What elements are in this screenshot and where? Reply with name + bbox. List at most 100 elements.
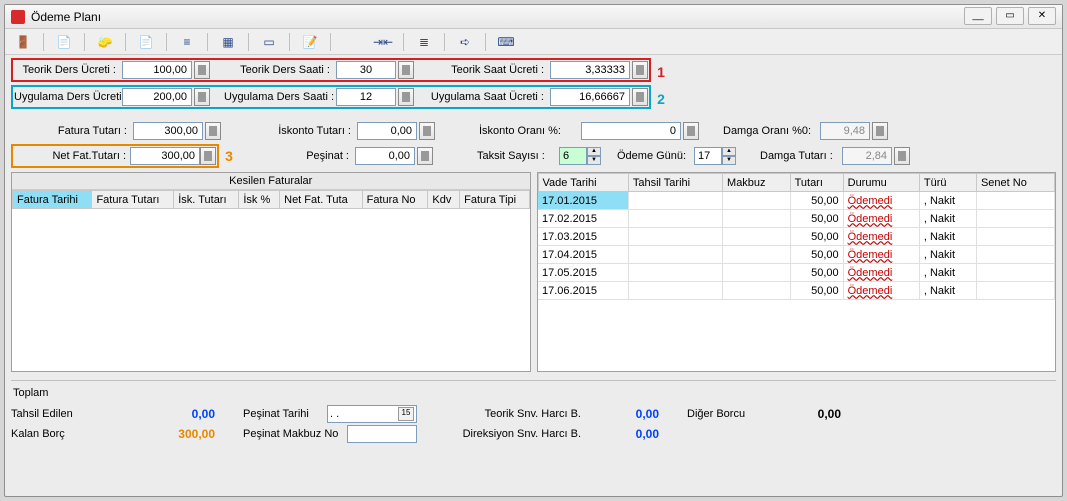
- net-fat-input[interactable]: [130, 147, 200, 165]
- uygulama-saati-label: Uygulama Ders Saati :: [224, 91, 334, 103]
- toolbar-btn-6[interactable]: ▦: [214, 32, 242, 52]
- col-header[interactable]: İsk %: [239, 191, 280, 209]
- taksit-sayisi-spinner[interactable]: ▲▼: [559, 147, 601, 165]
- col-header[interactable]: Tahsil Tarihi: [628, 174, 722, 192]
- spin-up-button[interactable]: ▲: [587, 147, 601, 156]
- col-header[interactable]: İsk. Tutarı: [174, 191, 239, 209]
- page-warn-icon: 📄: [139, 35, 154, 49]
- table-row[interactable]: 17.01.201550,00Ödemedi, Nakit: [538, 192, 1055, 210]
- diger-label: Diğer Borcu: [687, 408, 757, 420]
- odeme-gunu-input[interactable]: [694, 147, 722, 165]
- toolbar-sep: [403, 33, 404, 51]
- payment-plan-window: Ödeme Planı __ ▭ ✕ 🚪 📄 🧽 📄 ≡ ▦ ▭ 📝 ⇥⇤ ≣ …: [4, 4, 1063, 497]
- calc-button[interactable]: [194, 88, 210, 106]
- app-icon: [11, 10, 25, 24]
- calc-button[interactable]: [683, 122, 699, 140]
- toolbar-btn-8[interactable]: 📝: [296, 32, 324, 52]
- table-row[interactable]: 17.05.201550,00Ödemedi, Nakit: [538, 264, 1055, 282]
- toolbar-sep: [289, 33, 290, 51]
- toolbar-sep: [166, 33, 167, 51]
- toolbar-btn-9[interactable]: ⇥⇤: [369, 32, 397, 52]
- col-header[interactable]: Kdv: [428, 191, 460, 209]
- pesinat-tarihi-input[interactable]: . . 15: [327, 405, 417, 423]
- pesinat-input[interactable]: [355, 147, 415, 165]
- col-header[interactable]: Makbuz: [723, 174, 791, 192]
- toolbar-sep: [485, 33, 486, 51]
- uygulama-saat-ucret-label: Uygulama Saat Ücreti :: [428, 91, 548, 103]
- iskonto-orani-input[interactable]: [581, 122, 681, 140]
- toolbar-btn-7[interactable]: ▭: [255, 32, 283, 52]
- toolbar-sep: [84, 33, 85, 51]
- col-header[interactable]: Fatura Tutarı: [92, 191, 174, 209]
- calc-button[interactable]: [872, 122, 888, 140]
- toolbar-btn-11[interactable]: ➪: [451, 32, 479, 52]
- calc-button[interactable]: [419, 122, 435, 140]
- calc-button[interactable]: [398, 61, 414, 79]
- toolbar-btn-2[interactable]: 📄: [50, 32, 78, 52]
- table-row[interactable]: 17.02.201550,00Ödemedi, Nakit: [538, 210, 1055, 228]
- titlebar: Ödeme Planı __ ▭ ✕: [5, 5, 1062, 29]
- odeme-gunu-spinner[interactable]: ▲▼: [694, 147, 736, 165]
- calc-button[interactable]: [632, 88, 648, 106]
- toolbar-btn-3[interactable]: 🧽: [91, 32, 119, 52]
- toolbar-btn-10[interactable]: ≣: [410, 32, 438, 52]
- col-header[interactable]: Durumu: [843, 174, 919, 192]
- teorik-saati-input[interactable]: [336, 61, 396, 79]
- window-close-button[interactable]: ✕: [1028, 7, 1056, 25]
- list-icon: ≣: [419, 35, 429, 49]
- diger-value: 0,00: [761, 407, 841, 421]
- toolbar: 🚪 📄 🧽 📄 ≡ ▦ ▭ 📝 ⇥⇤ ≣ ➪ ⌨: [5, 29, 1062, 55]
- window-minimize-button[interactable]: __: [964, 7, 992, 25]
- uygulama-ucret-input[interactable]: [122, 88, 192, 106]
- invoices-grid[interactable]: Fatura TarihiFatura Tutarıİsk. Tutarıİsk…: [12, 190, 530, 369]
- form-icon: 📝: [303, 35, 318, 49]
- table-row[interactable]: 17.03.201550,00Ödemedi, Nakit: [538, 228, 1055, 246]
- taksit-sayisi-label: Taksit Sayısı :: [477, 150, 557, 162]
- calc-button[interactable]: [894, 147, 910, 165]
- damga-tutari-input: [842, 147, 892, 165]
- pesinat-tarihi-label: Peşinat Tarihi: [243, 408, 323, 420]
- installments-pane: Vade TarihiTahsil TarihiMakbuzTutarıDuru…: [537, 172, 1057, 372]
- col-header[interactable]: Senet No: [976, 174, 1054, 192]
- teorik-ucret-input[interactable]: [122, 61, 192, 79]
- fatura-tutari-input[interactable]: [133, 122, 203, 140]
- dialog-icon: ▭: [263, 35, 274, 49]
- teorik-ucret-label: Teorik Ders Ücreti :: [14, 64, 120, 76]
- col-header[interactable]: Net Fat. Tuta: [280, 191, 362, 209]
- col-header[interactable]: Fatura Tarihi: [13, 191, 92, 209]
- uygulama-saati-input[interactable]: [336, 88, 396, 106]
- toolbar-btn-12[interactable]: ⌨: [492, 32, 520, 52]
- damga-orani-input: [820, 122, 870, 140]
- toolbar-btn-1[interactable]: 🚪: [9, 32, 37, 52]
- col-header[interactable]: Vade Tarihi: [538, 174, 628, 192]
- teorik-saat-ucret-input[interactable]: [550, 61, 630, 79]
- iskonto-tutari-label: İskonto Tutarı :: [265, 125, 355, 137]
- lines-icon: ≡: [183, 35, 190, 49]
- installments-grid[interactable]: Vade TarihiTahsil TarihiMakbuzTutarıDuru…: [538, 173, 1056, 300]
- col-header[interactable]: Fatura No: [362, 191, 428, 209]
- fatura-tutari-label: Fatura Tutarı :: [11, 125, 131, 137]
- calc-button[interactable]: [200, 147, 216, 165]
- spin-down-button[interactable]: ▼: [587, 156, 601, 165]
- col-header[interactable]: Fatura Tipi: [460, 191, 529, 209]
- spin-down-button[interactable]: ▼: [722, 156, 736, 165]
- makbuz-input[interactable]: [347, 425, 417, 443]
- table-row[interactable]: 17.06.201550,00Ödemedi, Nakit: [538, 282, 1055, 300]
- uygulama-saat-ucret-input[interactable]: [550, 88, 630, 106]
- eraser-icon: 🧽: [98, 35, 113, 49]
- spin-up-button[interactable]: ▲: [722, 147, 736, 156]
- calc-button[interactable]: [398, 88, 414, 106]
- col-header[interactable]: Tutarı: [790, 174, 843, 192]
- window-maximize-button[interactable]: ▭: [996, 7, 1024, 25]
- calc-button[interactable]: [417, 147, 433, 165]
- col-header[interactable]: Türü: [919, 174, 976, 192]
- iskonto-tutari-input[interactable]: [357, 122, 417, 140]
- table-row[interactable]: 17.04.201550,00Ödemedi, Nakit: [538, 246, 1055, 264]
- calc-button[interactable]: [632, 61, 648, 79]
- toolbar-btn-4[interactable]: 📄: [132, 32, 160, 52]
- calc-button[interactable]: [194, 61, 210, 79]
- taksit-sayisi-input[interactable]: [559, 147, 587, 165]
- toolbar-btn-5[interactable]: ≡: [173, 32, 201, 52]
- calc-button[interactable]: [205, 122, 221, 140]
- calendar-icon[interactable]: 15: [398, 407, 414, 421]
